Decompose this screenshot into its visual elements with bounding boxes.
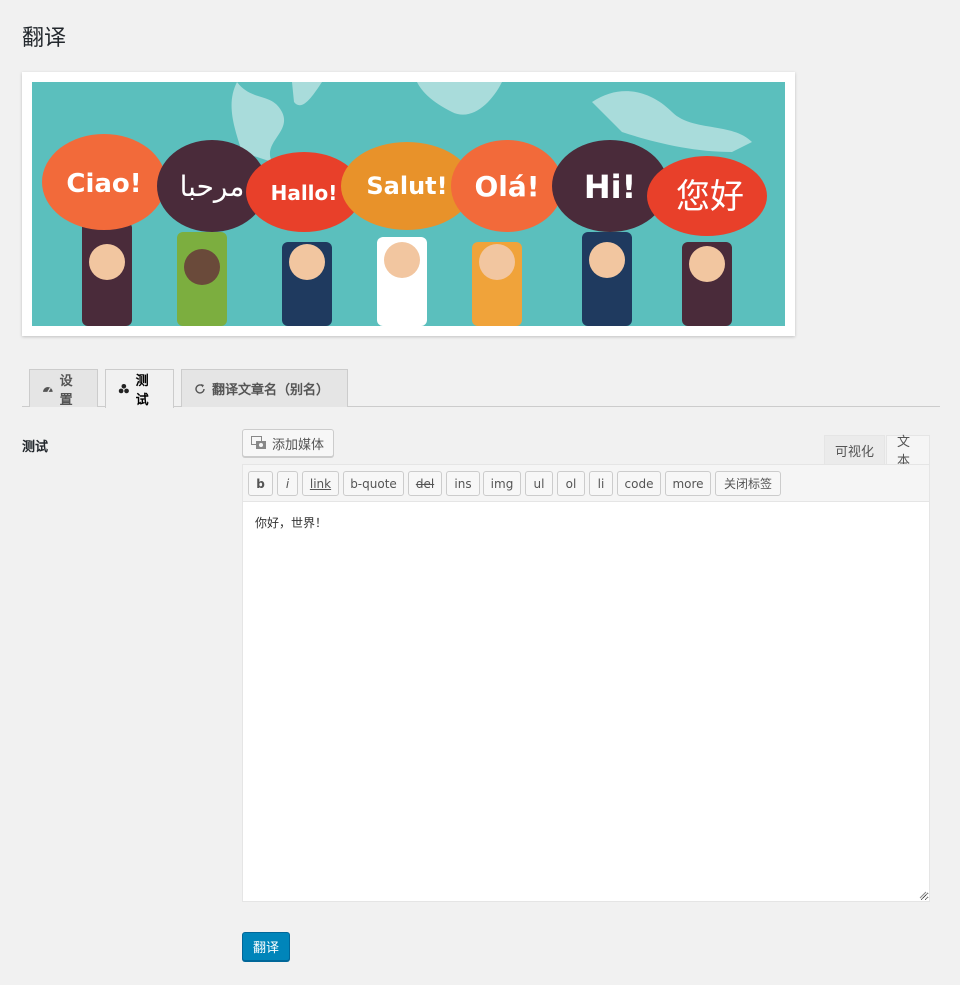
qt-close-tags-button[interactable]: 关闭标签 xyxy=(715,471,781,496)
field-label-test: 测试 xyxy=(22,440,49,455)
bubble-nihao: 您好 xyxy=(676,177,744,217)
media-icon xyxy=(251,436,266,449)
tab-settings-label: 设置 xyxy=(59,373,73,408)
tab-settings[interactable]: 设置 xyxy=(29,369,98,408)
qt-del-button[interactable]: del xyxy=(408,471,442,496)
editor-content: 你好，世界！ xyxy=(255,516,328,530)
refresh-icon xyxy=(195,383,205,394)
bubble-marhaba: مرحبا xyxy=(180,170,245,203)
qt-bold-button[interactable]: b xyxy=(248,471,273,496)
qt-li-button[interactable]: li xyxy=(589,471,613,496)
bubble-ciao: Ciao! xyxy=(66,169,141,199)
translate-submit-button[interactable]: 翻译 xyxy=(242,932,290,961)
settings-tabs: 设置 测试 翻译文章名（别名） xyxy=(22,369,940,408)
tab-test[interactable]: 测试 xyxy=(105,369,174,408)
editor-tab-text[interactable]: 文本 xyxy=(886,435,930,469)
add-media-label: 添加媒体 xyxy=(272,437,325,453)
qt-ul-button[interactable]: ul xyxy=(525,471,553,496)
tab-test-label: 测试 xyxy=(135,374,149,408)
tab-translate-slug[interactable]: 翻译文章名（别名） xyxy=(181,369,348,407)
editor-textarea[interactable]: 你好，世界！ xyxy=(242,501,930,902)
qt-italic-button[interactable]: i xyxy=(277,471,298,496)
resize-grip-icon[interactable] xyxy=(919,891,927,899)
translation-banner-image: Ciao! مرحبا Hallo! Salut! Olá! Hi! 您好 xyxy=(32,82,785,326)
add-media-button[interactable]: 添加媒体 xyxy=(242,429,334,457)
quicktags-toolbar: b i link b-quote del ins img ul ol li co… xyxy=(242,464,930,501)
bubble-salut: Salut! xyxy=(366,172,447,200)
editor-tab-visual[interactable]: 可视化 xyxy=(824,435,886,464)
banner-illustration: Ciao! مرحبا Hallo! Salut! Olá! Hi! 您好 xyxy=(42,82,767,326)
banner-frame: Ciao! مرحبا Hallo! Salut! Olá! Hi! 您好 xyxy=(22,72,795,336)
qt-code-button[interactable]: code xyxy=(617,471,661,496)
bubble-hi: Hi! xyxy=(584,168,636,206)
qt-img-button[interactable]: img xyxy=(483,471,521,496)
qt-ins-button[interactable]: ins xyxy=(446,471,480,496)
bubble-ola: Olá! xyxy=(474,170,539,203)
page-title: 翻译 xyxy=(22,26,67,51)
tab-translate-slug-label: 翻译文章名（别名） xyxy=(212,383,330,398)
qt-more-button[interactable]: more xyxy=(665,471,711,496)
qt-blockquote-button[interactable]: b-quote xyxy=(343,471,404,496)
qt-ol-button[interactable]: ol xyxy=(557,471,585,496)
qt-link-button[interactable]: link xyxy=(302,471,339,496)
dashboard-icon xyxy=(42,386,53,392)
palette-icon xyxy=(118,383,129,394)
bubble-hallo: Hallo! xyxy=(271,181,338,205)
